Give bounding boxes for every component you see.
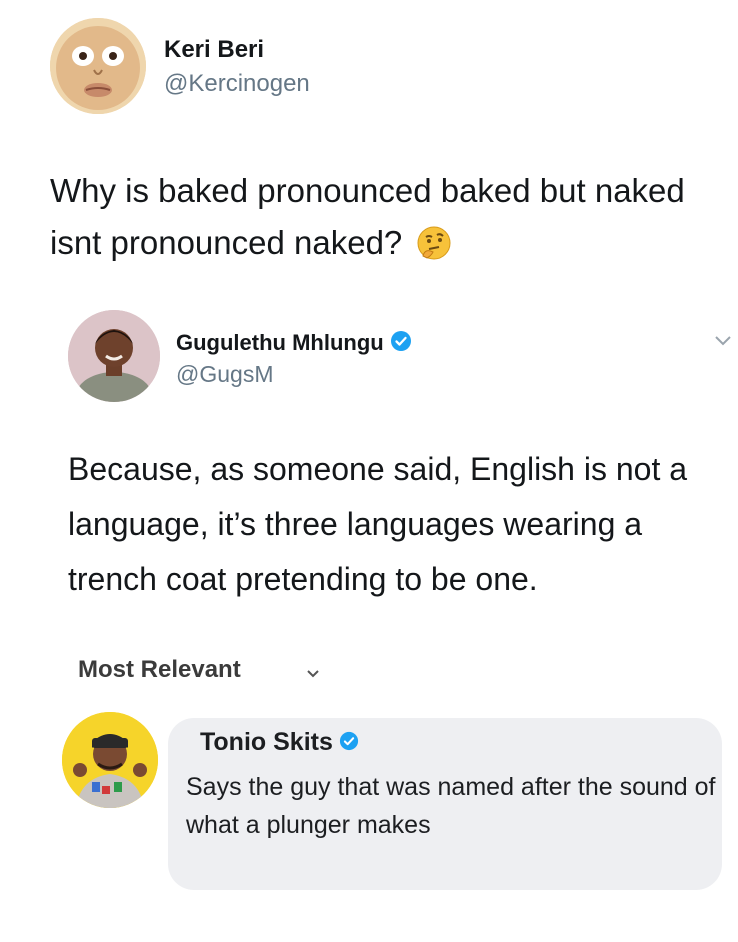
most-relevant-sort-button[interactable]: Most Relevant	[78, 656, 241, 684]
face-avatar-image	[50, 18, 146, 114]
comment-text: Says the guy that was named after the so…	[186, 773, 716, 839]
tonio-skits-name-text: Tonio Skits	[200, 728, 333, 756]
tweet1-text-content: Why is baked pronounced baked but naked …	[50, 172, 685, 261]
tweet-menu-chevron-down-icon[interactable]	[714, 334, 732, 352]
keri-beri-handle[interactable]: @Kercinogen	[164, 70, 310, 98]
person-avatar-image	[62, 712, 158, 808]
verified-badge-icon	[339, 729, 359, 758]
gugulethu-name[interactable]: Gugulethu Mhlungu	[176, 330, 412, 358]
thinking-face-emoji-icon	[417, 223, 451, 275]
sort-chevron-down-icon[interactable]	[306, 666, 320, 684]
person-avatar-image	[68, 310, 160, 402]
gugulethu-avatar[interactable]	[68, 310, 160, 402]
keri-beri-name[interactable]: Keri Beri	[164, 36, 264, 64]
tweet1-text: Why is baked pronounced baked but naked …	[50, 165, 710, 275]
gugulethu-name-text: Gugulethu Mhlungu	[176, 330, 384, 355]
gugulethu-handle[interactable]: @GugsM	[176, 361, 273, 388]
verified-badge-icon	[390, 330, 412, 358]
tonio-skits-avatar[interactable]	[62, 712, 158, 808]
tonio-skits-name[interactable]: Tonio Skits	[200, 728, 359, 758]
keri-beri-avatar[interactable]	[50, 18, 146, 114]
tweet2-text: Because, as someone said, English is not…	[68, 451, 688, 597]
